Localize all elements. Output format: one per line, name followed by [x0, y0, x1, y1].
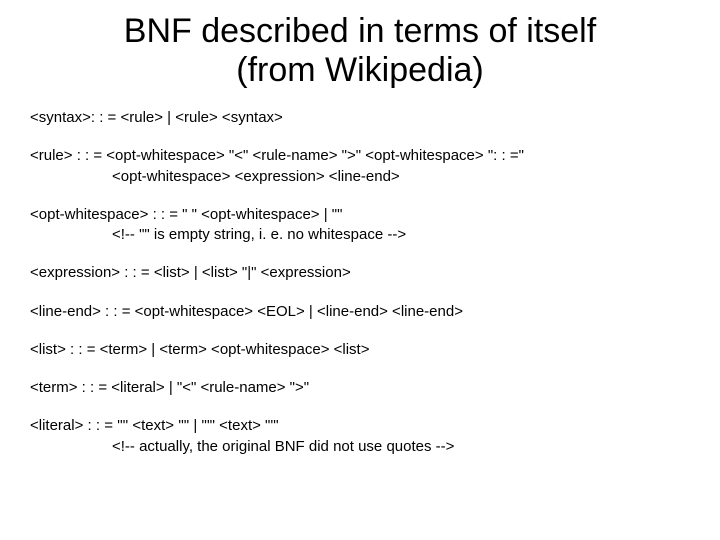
rule-expression: <expression> : : = <list> | <list> "|" <…	[30, 263, 690, 283]
rule-opt-whitespace-comment: <!-- "" is empty string, i. e. no whites…	[112, 225, 690, 245]
rule-rule: <rule> : : = <opt-whitespace> "<" <rule-…	[30, 146, 690, 187]
slide-title: BNF described in terms of itself (from W…	[30, 12, 690, 90]
rule-list: <list> : : = <term> | <term> <opt-whites…	[30, 340, 690, 360]
rule-rule-line2: <opt-whitespace> <expression> <line-end>	[112, 167, 690, 187]
rule-literal-line1: <literal> : : = '"' <text> '"' | "'" <te…	[30, 416, 690, 436]
slide: BNF described in terms of itself (from W…	[0, 0, 720, 485]
rule-rule-line1: <rule> : : = <opt-whitespace> "<" <rule-…	[30, 146, 690, 166]
rule-literal-comment: <!-- actually, the original BNF did not …	[112, 437, 690, 457]
rule-opt-whitespace-line1: <opt-whitespace> : : = " " <opt-whitespa…	[30, 205, 690, 225]
rule-opt-whitespace: <opt-whitespace> : : = " " <opt-whitespa…	[30, 205, 690, 246]
title-line-2: (from Wikipedia)	[236, 51, 483, 89]
rule-line-end: <line-end> : : = <opt-whitespace> <EOL> …	[30, 302, 690, 322]
rule-term: <term> : : = <literal> | "<" <rule-name>…	[30, 378, 690, 398]
rule-syntax: <syntax>: : = <rule> | <rule> <syntax>	[30, 108, 690, 128]
rule-literal: <literal> : : = '"' <text> '"' | "'" <te…	[30, 416, 690, 457]
title-line-1: BNF described in terms of itself	[124, 12, 596, 50]
